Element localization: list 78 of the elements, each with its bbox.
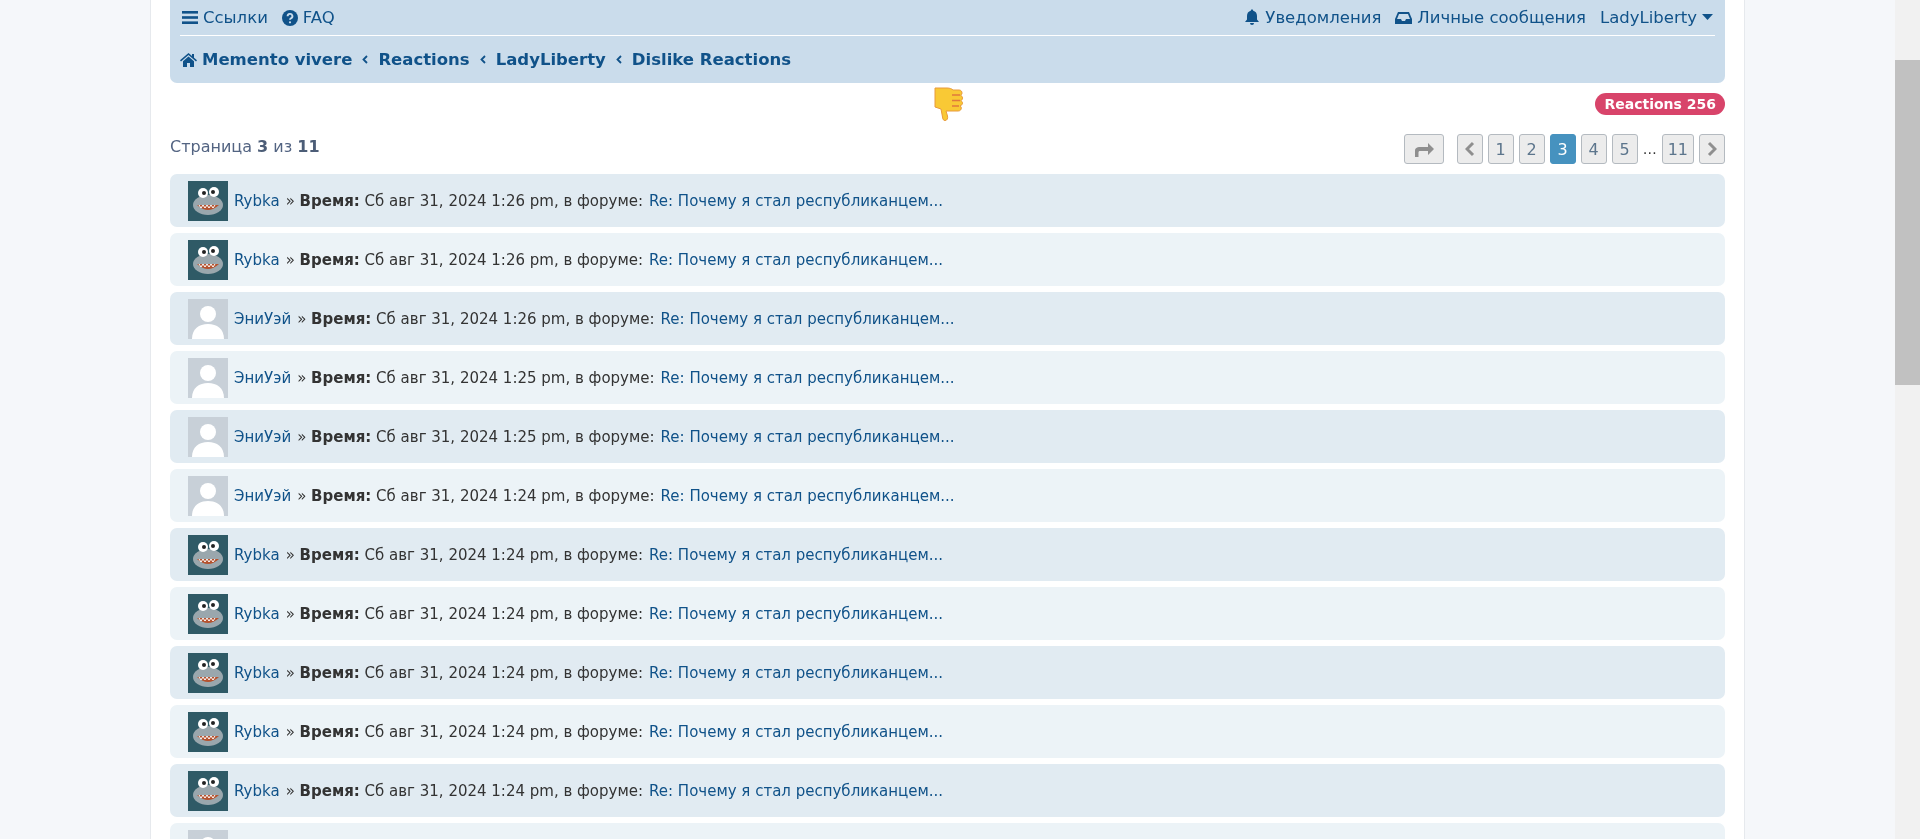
topic-link[interactable]: Re: Почему я стал республиканцем... <box>649 781 944 800</box>
share-button[interactable] <box>1403 134 1444 164</box>
default-avatar-icon <box>188 357 228 398</box>
reaction-meta: » Время: Сб авг 31, 2024 1:24 pm, в форуме: <box>285 604 644 623</box>
inbox-icon <box>1395 10 1413 25</box>
page-button[interactable]: 1 <box>1487 134 1514 164</box>
username-link[interactable]: ЭниУэй <box>234 309 292 328</box>
nav-link[interactable]: FAQ <box>279 8 337 27</box>
page-button[interactable]: 4 <box>1580 134 1607 164</box>
username-link[interactable]: Rybka <box>234 191 280 210</box>
topic-link[interactable]: Re: Почему я стал республиканцем... <box>649 250 944 269</box>
default-avatar-icon <box>188 298 228 339</box>
avatar-image <box>188 239 228 280</box>
caret-icon <box>1702 14 1713 21</box>
previous-page-button[interactable] <box>1456 134 1483 164</box>
bell-icon <box>1244 9 1261 26</box>
home-icon <box>180 52 197 67</box>
topic-link[interactable]: Re: Почему я стал республиканцем... <box>660 486 955 505</box>
pagination-ellipsis: … <box>1642 141 1657 157</box>
username-link[interactable]: ЭниУэй <box>234 368 292 387</box>
next-page-button[interactable] <box>1699 134 1725 164</box>
reaction-meta: » Время: Сб авг 31, 2024 1:26 pm, в форуме: <box>285 191 644 210</box>
username-link[interactable]: Rybka <box>234 722 280 741</box>
avatar-image <box>188 534 228 575</box>
page-button[interactable]: 2 <box>1518 134 1545 164</box>
topic-link[interactable]: Re: Почему я стал республиканцем... <box>649 545 944 564</box>
breadcrumb-link[interactable]: Memento vivere <box>180 50 353 69</box>
share-arrow-icon <box>1412 141 1435 157</box>
username-link[interactable]: ЭниУэй <box>234 427 292 446</box>
nav-link[interactable]: LadyLiberty <box>1598 8 1715 27</box>
chevron-left-icon <box>479 55 486 64</box>
page-button[interactable]: 11 <box>1661 134 1694 164</box>
avatar-image <box>188 180 228 221</box>
topic-link[interactable]: Re: Почему я стал республиканцем... <box>660 309 955 328</box>
username-link[interactable]: Rybka <box>234 545 280 564</box>
reaction-meta: » Время: Сб авг 31, 2024 1:26 pm, в форуме: <box>297 309 655 328</box>
topic-link[interactable]: Re: Почему я стал республиканцем... <box>660 368 955 387</box>
avatar-image <box>188 593 228 634</box>
chevron-left-icon <box>1464 141 1475 157</box>
reaction-meta: » Время: Сб авг 31, 2024 1:24 pm, в форуме: <box>285 663 644 682</box>
username-link[interactable]: ЭниУэй <box>234 486 292 505</box>
reaction-meta: » Время: Сб авг 31, 2024 1:24 pm, в форуме: <box>285 722 644 741</box>
topic-link[interactable]: Re: Почему я стал республиканцем... <box>660 427 955 446</box>
username-link[interactable]: Rybka <box>234 604 280 623</box>
username-link[interactable]: Rybka <box>234 663 280 682</box>
page-button[interactable]: 5 <box>1611 134 1638 164</box>
reaction-meta: » Время: Сб авг 31, 2024 1:24 pm, в форуме: <box>297 486 655 505</box>
breadcrumb-link[interactable]: LadyLiberty <box>495 50 606 69</box>
nav-link[interactable]: Уведомления <box>1242 8 1384 27</box>
scrollbar[interactable] <box>1895 0 1920 839</box>
topic-link[interactable]: Re: Почему я стал республиканцем... <box>649 722 944 741</box>
reaction-meta: » Время: Сб авг 31, 2024 1:26 pm, в форуме: <box>285 250 644 269</box>
avatar-image <box>188 711 228 752</box>
topic-link[interactable]: Re: Почему я стал республиканцем... <box>649 604 944 623</box>
nav-link[interactable]: Ссылки <box>180 8 270 27</box>
page-indicator: Страница 3 из 11 <box>170 136 320 156</box>
breadcrumb-link[interactable]: Reactions <box>378 50 470 69</box>
default-avatar-icon <box>188 475 228 516</box>
topic-link[interactable]: Re: Почему я стал республиканцем... <box>649 191 944 210</box>
menu-icon <box>182 10 198 25</box>
username-link[interactable]: Rybka <box>234 250 280 269</box>
reaction-meta: » Время: Сб авг 31, 2024 1:24 pm, в форуме: <box>285 545 644 564</box>
nav-link[interactable]: Личные сообщения <box>1393 8 1589 27</box>
avatar-image <box>188 652 228 693</box>
reaction-meta: » Время: Сб авг 31, 2024 1:25 pm, в форуме: <box>297 368 655 387</box>
chevron-left-icon <box>362 55 369 64</box>
topic-link[interactable]: Re: Почему я стал республиканцем... <box>649 663 944 682</box>
chevron-left-icon <box>615 55 622 64</box>
help-icon <box>281 9 298 26</box>
breadcrumb-link[interactable]: Dislike Reactions <box>631 50 792 69</box>
chevron-right-icon <box>1707 141 1717 157</box>
avatar-image <box>188 770 228 811</box>
reaction-meta: » Время: Сб авг 31, 2024 1:24 pm, в форуме: <box>285 781 644 800</box>
page-button[interactable]: 3 <box>1549 134 1576 164</box>
default-avatar-icon <box>188 416 228 457</box>
reactions-count-badge: Reactions 256 <box>1595 93 1725 115</box>
reaction-meta: » Время: Сб авг 31, 2024 1:25 pm, в форуме: <box>297 427 655 446</box>
username-link[interactable]: Rybka <box>234 781 280 800</box>
